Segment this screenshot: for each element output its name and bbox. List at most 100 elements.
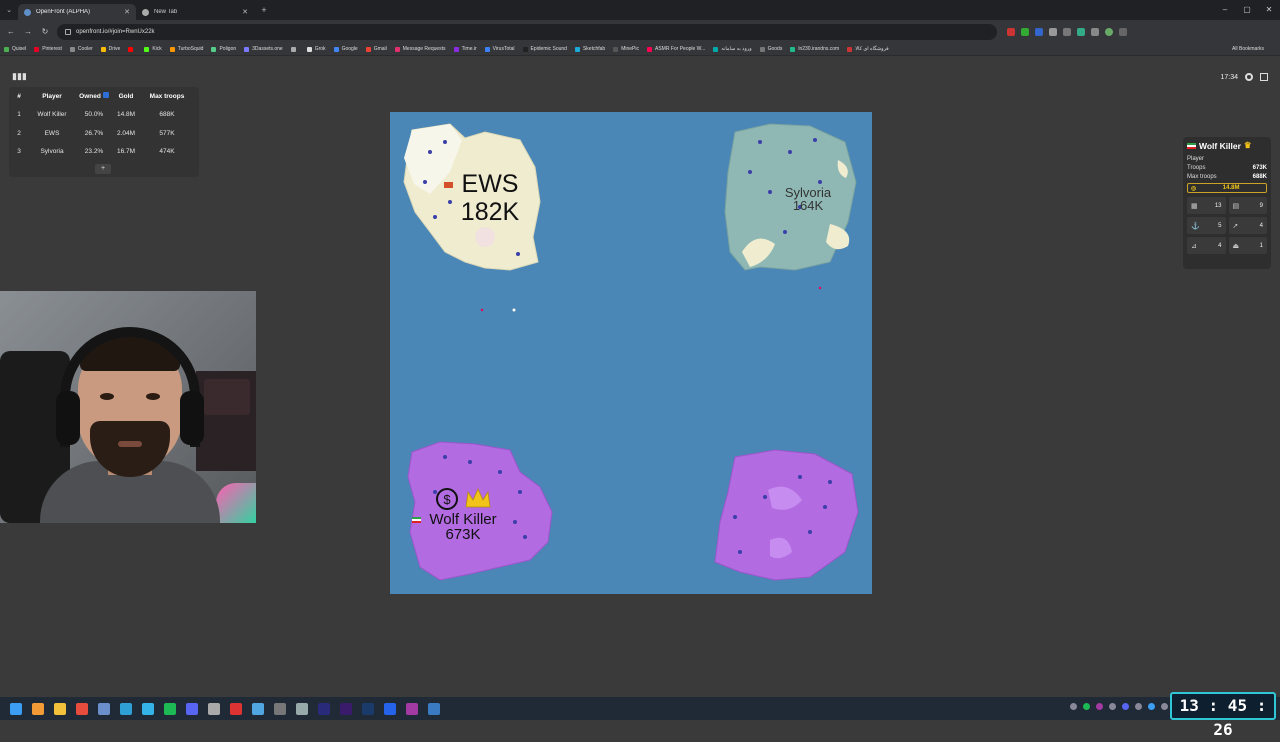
new-tab-button[interactable]: + — [254, 5, 274, 15]
bookmark-item[interactable]: Pinterest — [34, 46, 62, 52]
tray-icon[interactable] — [1135, 703, 1142, 710]
bookmark-favicon-icon — [333, 46, 339, 52]
extension-icon[interactable] — [1021, 27, 1029, 36]
bookmark-item[interactable]: فروشگاه ای کالا — [847, 46, 889, 52]
search-icon[interactable] — [32, 702, 44, 715]
tab-openfront[interactable]: OpenFront (ALPHA) ✕ — [18, 4, 136, 20]
exit-game-icon[interactable] — [1260, 73, 1268, 81]
url-bar[interactable]: openfront.io/#join=RwnUx22k — [57, 23, 997, 40]
app-icon[interactable] — [208, 702, 220, 715]
maximize-icon[interactable]: ▢ — [1236, 0, 1258, 20]
leaderboard-expand-button[interactable]: + — [95, 164, 111, 174]
tray-icon[interactable] — [1083, 703, 1090, 710]
forward-icon[interactable]: → — [22, 27, 34, 36]
bookmark-item[interactable]: Google — [333, 46, 358, 52]
reload-icon[interactable]: ↻ — [39, 27, 51, 36]
settings-gear-icon[interactable] — [1245, 73, 1253, 81]
leaderboard-row[interactable]: 1 Wolf Killer 50.0% 14.8M 688K — [9, 106, 199, 125]
building-missile-silo[interactable]: ➚ 4 — [1228, 217, 1267, 234]
bookmark-item[interactable]: Sketchfab — [574, 46, 605, 52]
bookmark-item[interactable]: Epidemic Sound — [522, 46, 567, 52]
tray-icon[interactable] — [1096, 703, 1103, 710]
bookmark-item[interactable]: Message Requests — [394, 46, 446, 52]
extension-icon[interactable] — [1049, 27, 1057, 36]
bookmark-item[interactable]: Quisel — [4, 46, 26, 52]
app-icon[interactable] — [252, 702, 264, 715]
bookmark-item[interactable]: Time.ir — [453, 46, 477, 52]
bookmark-item[interactable]: Cooler — [69, 46, 93, 52]
bookmark-item[interactable] — [128, 46, 136, 52]
bookmark-item[interactable]: Kick — [144, 46, 162, 52]
close-window-icon[interactable]: ✕ — [1258, 0, 1280, 20]
after-effects-icon[interactable] — [318, 702, 330, 715]
telegram-icon[interactable] — [120, 702, 132, 715]
tray-icon[interactable] — [1122, 703, 1129, 710]
tab-new-tab[interactable]: New Tab ✕ — [136, 4, 254, 20]
leaderboard-row[interactable]: 3 Sylvoria 23.2% 16.7M 474K — [9, 143, 199, 162]
site-info-icon[interactable] — [65, 28, 71, 35]
bookmark-item[interactable]: ASMR For People W... — [647, 46, 705, 52]
profile-avatar-icon[interactable] — [1105, 27, 1113, 36]
game-map[interactable]: $ EWS 182K Sylvoria 164K Wolf Killer 673… — [390, 112, 872, 594]
tab-search-icon[interactable]: ⌄ — [0, 6, 18, 14]
app-icon[interactable] — [428, 702, 440, 715]
leaderboard-toggle-icon[interactable]: ▮▮▮ — [12, 71, 27, 82]
bookmark-favicon-icon — [100, 46, 106, 52]
col-owned[interactable]: Owned — [75, 92, 113, 100]
bookmark-item[interactable] — [290, 46, 299, 52]
bookmark-item[interactable]: Drive — [100, 46, 120, 52]
building-city[interactable]: ▦ 13 — [1187, 197, 1226, 214]
game-area[interactable]: ▮▮▮ # Player Owned Gold Max troops 1 Wol… — [0, 57, 1280, 697]
building-port[interactable]: ⚓ 5 — [1187, 217, 1226, 234]
bookmark-item[interactable]: Grok — [306, 46, 326, 52]
app-icon[interactable] — [274, 702, 286, 715]
bookmark-item[interactable]: VirusTotal — [484, 46, 515, 52]
building-factory[interactable]: ▤ 9 — [1228, 197, 1267, 214]
spotify-icon[interactable] — [164, 702, 176, 715]
tray-icon[interactable] — [1109, 703, 1116, 710]
bookmark-item[interactable]: 3Dassets.one — [244, 46, 283, 52]
bookmark-item[interactable]: ورود به سامانه — [713, 46, 752, 52]
tray-icon[interactable] — [1161, 703, 1168, 710]
bookmark-item[interactable]: MinePic — [613, 46, 639, 52]
close-tab-icon[interactable]: ✕ — [124, 8, 130, 16]
minimize-icon[interactable]: – — [1214, 0, 1236, 20]
leaderboard-row[interactable]: 2 EWS 26.7% 2.04M 577K — [9, 124, 199, 143]
file-explorer-icon[interactable] — [54, 702, 66, 715]
app-icon[interactable] — [98, 702, 110, 715]
app-icon[interactable] — [384, 702, 396, 715]
close-tab-icon[interactable]: ✕ — [242, 8, 248, 16]
bookmark-item[interactable]: Poligon — [211, 46, 236, 52]
back-icon[interactable]: ← — [5, 27, 17, 36]
tray-icon[interactable] — [1148, 703, 1155, 710]
menu-icon[interactable] — [1119, 27, 1127, 36]
building-sam-launcher[interactable]: ⊿ 4 — [1187, 237, 1226, 254]
extension-icon[interactable] — [1007, 27, 1015, 36]
bookmark-item[interactable]: Gmail — [365, 46, 387, 52]
app-icon[interactable] — [296, 702, 308, 715]
bookmark-favicon-icon — [4, 46, 9, 52]
building-warship[interactable]: ⏏ 1 — [1228, 237, 1267, 254]
premiere-icon[interactable] — [340, 702, 352, 715]
app-icon[interactable] — [142, 702, 154, 715]
chrome-icon[interactable] — [76, 702, 88, 715]
photoshop-icon[interactable] — [362, 702, 374, 715]
extension-icon[interactable] — [1063, 27, 1071, 36]
tray-icon[interactable] — [1070, 703, 1077, 710]
bookmark-item[interactable]: Goods — [759, 46, 782, 52]
app-icon[interactable] — [406, 702, 418, 715]
extension-icon[interactable] — [1035, 27, 1043, 36]
app-icon[interactable] — [230, 702, 242, 715]
col-max-troops[interactable]: Max troops — [139, 93, 195, 100]
bookmark-item[interactable]: TurboSquid — [169, 46, 203, 52]
discord-icon[interactable] — [186, 702, 198, 715]
col-player[interactable]: Player — [29, 93, 75, 100]
extension-icon[interactable] — [1077, 27, 1085, 36]
col-gold[interactable]: Gold — [113, 93, 139, 100]
bookmark-item[interactable]: ln230.irandns.com — [790, 46, 839, 52]
extensions-puzzle-icon[interactable] — [1091, 27, 1099, 36]
all-bookmarks-button[interactable]: All Bookmarks — [1232, 46, 1264, 52]
start-icon[interactable] — [10, 702, 22, 715]
col-rank[interactable]: # — [9, 93, 29, 100]
bookmark-favicon-icon — [306, 46, 312, 52]
